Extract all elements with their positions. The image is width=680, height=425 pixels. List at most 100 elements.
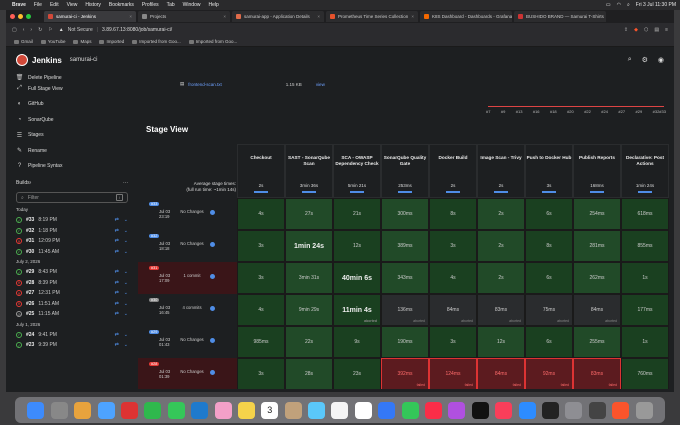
chevron-down-icon[interactable]: ⌄ bbox=[124, 301, 128, 307]
stage-cell[interactable]: 11min 4s aborted bbox=[333, 294, 381, 326]
freeform-icon[interactable] bbox=[354, 401, 372, 419]
stage-cell[interactable]: 124ms failed bbox=[429, 358, 477, 390]
build-badge[interactable]: #29 bbox=[149, 330, 160, 334]
stage-cell[interactable]: 3s bbox=[429, 326, 477, 358]
stage-cell[interactable]: 343ms bbox=[381, 262, 429, 294]
build-number[interactable]: #23 bbox=[26, 342, 34, 348]
stage-cell[interactable]: 1s bbox=[621, 326, 669, 358]
podcasts-icon[interactable] bbox=[448, 401, 466, 419]
stage-cell[interactable]: 262ms bbox=[573, 262, 621, 294]
build-row[interactable]: ✕ #28 8:39 PM ⇄ ⌄ bbox=[6, 278, 138, 289]
finder-icon[interactable] bbox=[27, 401, 45, 419]
bookmark-item[interactable]: Maps bbox=[73, 39, 91, 44]
notes-icon[interactable] bbox=[237, 401, 255, 419]
breadcrumb[interactable]: samurai-ci bbox=[70, 57, 98, 63]
browser-tab[interactable]: Prometheus Time Series Collection × bbox=[326, 11, 418, 22]
launchpad-icon[interactable] bbox=[50, 401, 68, 419]
back-icon[interactable]: ‹ bbox=[23, 27, 25, 33]
link-icon[interactable]: ⇄ bbox=[115, 290, 119, 296]
menu-history[interactable]: History bbox=[85, 2, 101, 8]
menu-edit[interactable]: Edit bbox=[50, 2, 59, 8]
menubar-clock[interactable]: Fri 3 Jul 11:30 PM bbox=[636, 2, 676, 8]
brave-shields-icon[interactable]: ◆ bbox=[634, 27, 638, 33]
menu-profiles[interactable]: Profiles bbox=[142, 2, 159, 8]
address-bar[interactable]: ▲ Not Secure | 3.89.67.13:8080/job/samur… bbox=[59, 27, 172, 33]
build-badge[interactable]: #28 bbox=[149, 362, 160, 366]
stage-cell[interactable]: 21s bbox=[333, 198, 381, 230]
mail-icon[interactable] bbox=[97, 401, 115, 419]
stage-cell[interactable]: 255ms bbox=[573, 326, 621, 358]
build-row[interactable]: ✓ #33 8:19 PM ⇄ ⌄ bbox=[6, 215, 138, 226]
chevron-down-icon[interactable]: ⌄ bbox=[124, 342, 128, 348]
build-row[interactable]: ✓ #32 1:18 PM ⇄ ⌄ bbox=[6, 226, 138, 237]
stage-cell[interactable]: 6s bbox=[525, 262, 573, 294]
stage-cell[interactable]: 40min 6s bbox=[333, 262, 381, 294]
preview-icon[interactable] bbox=[308, 401, 326, 419]
chevron-down-icon[interactable]: ⌄ bbox=[124, 311, 128, 317]
stage-cell[interactable]: 2s bbox=[477, 198, 525, 230]
build-changes[interactable]: No Changes bbox=[180, 209, 204, 214]
stage-cell[interactable]: 985ms bbox=[237, 326, 285, 358]
browser-tab[interactable]: samurai-ci - Jenkins × bbox=[44, 11, 136, 22]
gear-icon[interactable]: ⚙ bbox=[642, 56, 648, 64]
stage-cell[interactable]: 3s bbox=[237, 230, 285, 262]
link-icon[interactable]: ⇄ bbox=[115, 228, 119, 234]
stage-build-info[interactable]: #30 Jul 03 16:45 4 commits bbox=[147, 294, 237, 326]
stage-cell[interactable]: 281ms bbox=[573, 230, 621, 262]
stage-cell[interactable]: 3min 31s bbox=[285, 262, 333, 294]
sidebar-item-delete-pipeline[interactable]: 🗑 Delete Pipeline bbox=[6, 73, 138, 81]
bookmark-item[interactable]: YouTube bbox=[40, 39, 65, 44]
battery-icon[interactable]: ▭ bbox=[606, 2, 611, 8]
tab-close-icon[interactable]: × bbox=[411, 14, 414, 19]
sidebar-toggle-icon[interactable]: ▢ bbox=[12, 27, 17, 33]
link-icon[interactable]: ⇄ bbox=[115, 269, 119, 275]
stage-cell[interactable]: 92ms failed bbox=[525, 358, 573, 390]
stage-build-info[interactable]: #28 Jul 03 01:39 No Changes bbox=[147, 358, 237, 390]
music-icon[interactable] bbox=[425, 401, 443, 419]
stage-cell[interactable]: 6s bbox=[525, 198, 573, 230]
menu-window[interactable]: Window bbox=[183, 2, 201, 8]
stage-cell[interactable]: 22s bbox=[285, 326, 333, 358]
sidebar-item-rename[interactable]: ✎ Rename bbox=[6, 143, 138, 159]
stage-cell[interactable]: 23s bbox=[333, 358, 381, 390]
forward-icon[interactable]: › bbox=[30, 27, 32, 33]
build-changes[interactable]: No Changes bbox=[180, 369, 204, 374]
build-changes[interactable]: No Changes bbox=[180, 241, 204, 246]
vscode-icon[interactable] bbox=[191, 401, 209, 419]
build-row[interactable]: ✓ #30 11:45 AM ⇄ ⌄ bbox=[6, 247, 138, 258]
sidebar-item-github[interactable]: ◐ GitHub bbox=[6, 97, 138, 113]
jenkins-brand[interactable]: Jenkins bbox=[32, 56, 62, 65]
chevron-down-icon[interactable]: ⌄ bbox=[124, 249, 128, 255]
build-changes[interactable]: 1 commit bbox=[180, 273, 204, 278]
artifact-view-link[interactable]: view bbox=[316, 82, 325, 87]
sidebar-item-full-stage-view[interactable]: ⤢ Full Stage View bbox=[6, 81, 138, 97]
build-number[interactable]: #32 bbox=[26, 228, 34, 234]
stage-cell[interactable]: 254ms bbox=[573, 198, 621, 230]
stage-cell[interactable]: 84ms aborted bbox=[573, 294, 621, 326]
build-row[interactable]: ✕ #31 12:09 PM ⇄ ⌄ bbox=[6, 236, 138, 247]
bookmark-icon[interactable]: ⚐ bbox=[48, 27, 52, 33]
link-icon[interactable]: ⇄ bbox=[115, 311, 119, 317]
stage-cell[interactable]: 84ms aborted bbox=[429, 294, 477, 326]
sites-icon[interactable] bbox=[588, 401, 606, 419]
horizontal-scrollbar[interactable] bbox=[6, 389, 674, 392]
photos-icon[interactable] bbox=[214, 401, 232, 419]
stage-cell[interactable]: 9min 29s bbox=[285, 294, 333, 326]
link-icon[interactable]: ⇄ bbox=[115, 280, 119, 286]
stage-cell[interactable]: 392ms failed bbox=[381, 358, 429, 390]
build-number[interactable]: #27 bbox=[26, 290, 34, 296]
link-icon[interactable]: ⇄ bbox=[115, 332, 119, 338]
tab-close-icon[interactable]: × bbox=[317, 14, 320, 19]
link-icon[interactable]: ⇄ bbox=[115, 249, 119, 255]
bookmark-item[interactable]: Imported from Goo... bbox=[132, 39, 181, 44]
stage-cell[interactable]: 389ms bbox=[381, 230, 429, 262]
zoom-window-button[interactable] bbox=[26, 14, 31, 19]
stage-cell[interactable]: 136ms aborted bbox=[381, 294, 429, 326]
brave-icon[interactable] bbox=[612, 401, 630, 419]
build-number[interactable]: #25 bbox=[26, 311, 34, 317]
builds-header[interactable]: Builds › ··· bbox=[6, 176, 138, 190]
minimize-window-button[interactable] bbox=[18, 14, 23, 19]
sidebar-item-stages[interactable]: ☰ Stages bbox=[6, 128, 138, 144]
stage-cell[interactable]: 12s bbox=[477, 326, 525, 358]
stage-cell[interactable]: 4s bbox=[429, 262, 477, 294]
